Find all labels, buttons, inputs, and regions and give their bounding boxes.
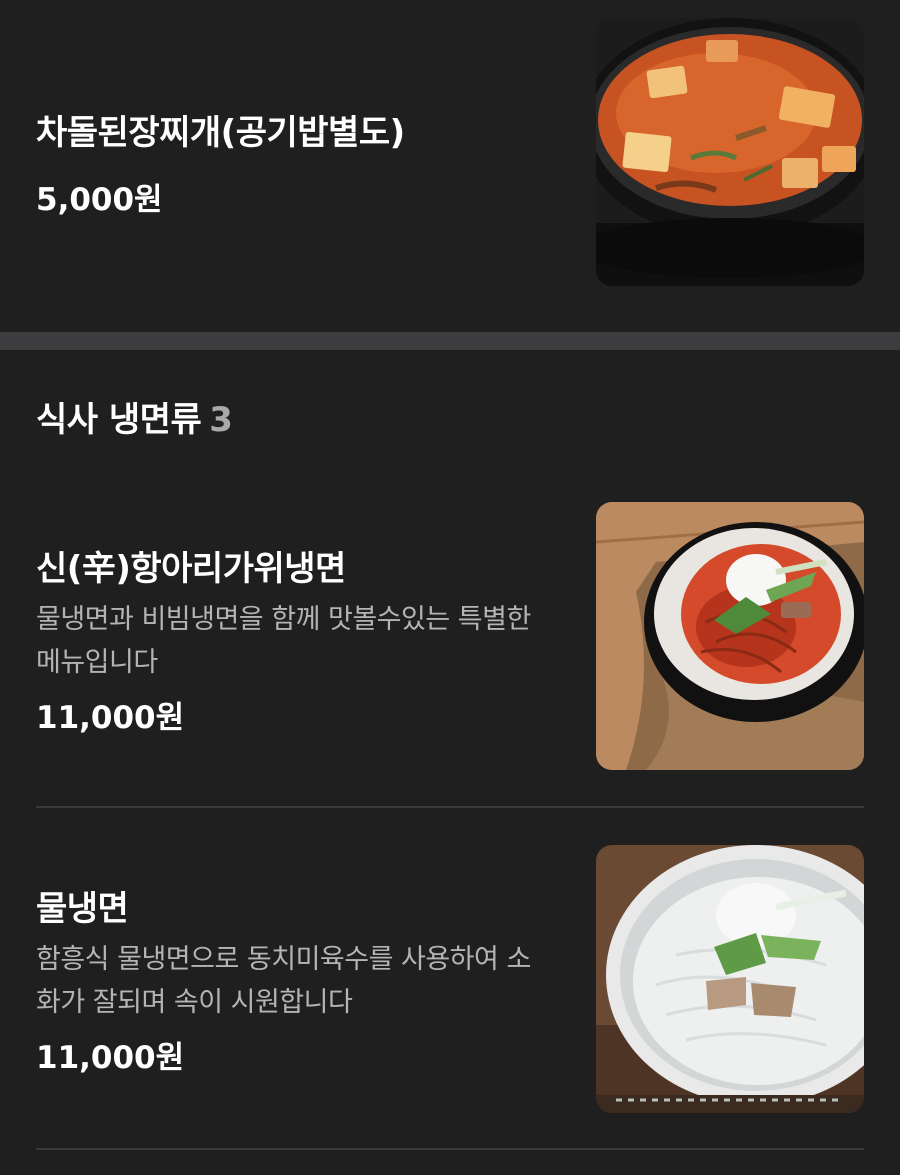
section-item-count: 3 [209,400,233,440]
spicy-cold-noodle-photo-icon[interactable] [596,502,864,770]
menu-item-name: 물냉면 [36,889,129,929]
menu-divider [36,1148,864,1150]
section-header: 식사 냉면류 3 [36,398,233,442]
menu-item-description: 함흥식 물냉면으로 동치미육수를 사용하여 소화가 잘되며 속이 시원합니다 [36,944,531,1018]
menu-item-name: 신(辛)항아리가위냉면 [36,549,346,589]
menu-item-text: 신(辛)항아리가위냉면 물냉면과 비빔냉면을 함께 맛볼수있는 특별한 메뉴입니… [36,548,556,738]
section-separator [0,332,900,350]
menu-item-name: 차돌된장찌개(공기밥별도) [36,113,405,153]
menu-item-description: 물냉면과 비빔냉면을 함께 맛볼수있는 특별한 메뉴입니다 [36,604,531,678]
cold-noodle-photo-icon[interactable] [596,845,864,1113]
menu-item-price: 11,000원 [36,700,185,736]
stew-photo-icon[interactable] [596,18,864,286]
menu-item-price: 5,000원 [36,182,163,218]
menu-item-text: 물냉면 함흥식 물냉면으로 동치미육수를 사용하여 소화가 잘되며 속이 시원합… [36,888,556,1078]
menu-item-text: 차돌된장찌개(공기밥별도) 5,000원 [36,112,556,220]
menu-item-doenjang-stew[interactable]: 차돌된장찌개(공기밥별도) 5,000원 [0,0,900,332]
section-title: 식사 냉면류 [36,400,202,440]
menu-item-price: 11,000원 [36,1040,185,1076]
menu-page: 차돌된장찌개(공기밥별도) 5,000원 식사 냉면류 3 신(辛)항아리가위냉… [0,0,900,1175]
menu-item-mul-naengmyeon[interactable]: 물냉면 함흥식 물냉면으로 동치미육수를 사용하여 소화가 잘되며 속이 시원합… [0,808,900,1148]
menu-item-spicy-naengmyeon[interactable]: 신(辛)항아리가위냉면 물냉면과 비빔냉면을 함께 맛볼수있는 특별한 메뉴입니… [0,480,900,806]
